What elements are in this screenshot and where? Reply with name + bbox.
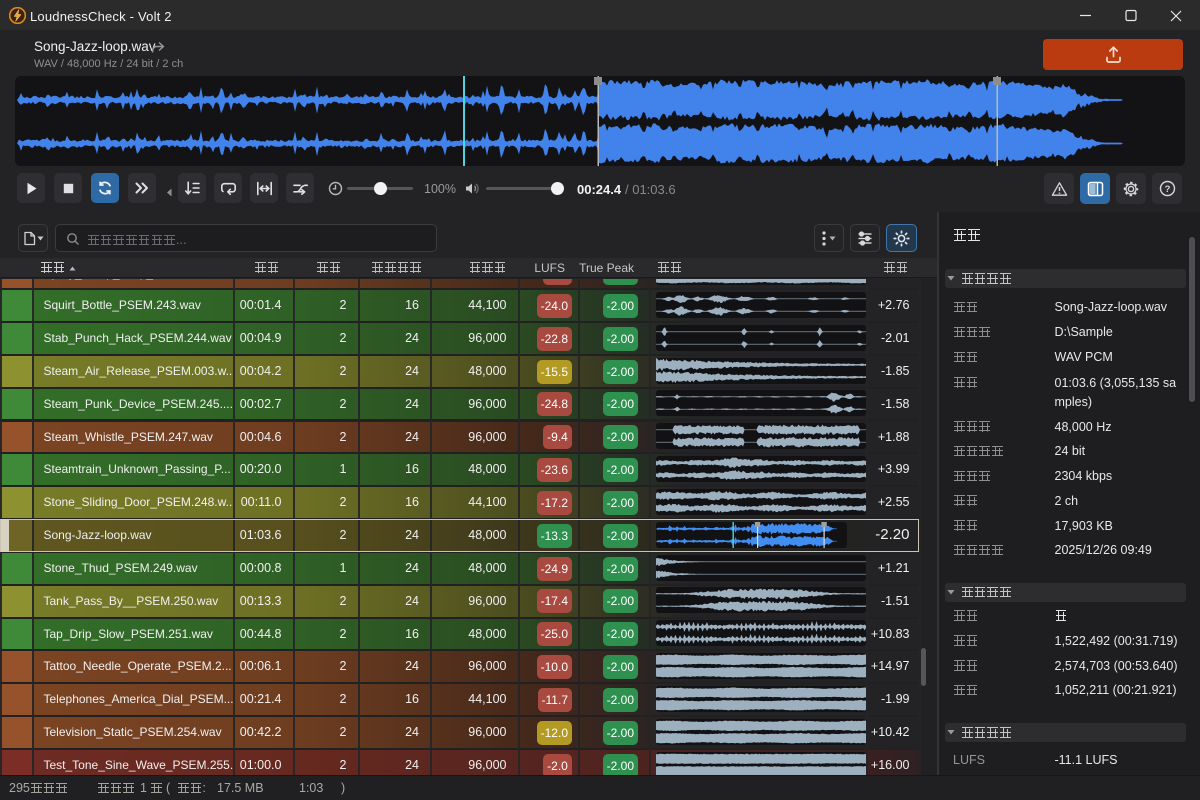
svg-text:?: ?	[1164, 184, 1170, 195]
